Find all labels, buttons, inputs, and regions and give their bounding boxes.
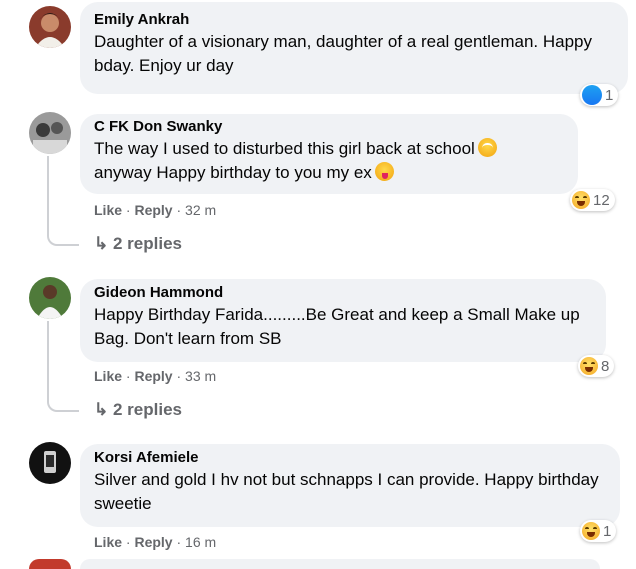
comment-author[interactable]: Emily Ankrah xyxy=(94,10,616,30)
comment-bubble: Gideon Hammond Happy Birthday Farida....… xyxy=(80,279,606,362)
haha-icon xyxy=(580,357,598,375)
avatar[interactable] xyxy=(29,277,71,319)
avatar[interactable] xyxy=(29,442,71,484)
comment-text: Happy Birthday Farida.........Be Great a… xyxy=(94,305,580,348)
comment-text: The way I used to disturbed this girl ba… xyxy=(94,137,566,185)
replies-label: 2 replies xyxy=(112,234,182,253)
comment-author[interactable]: C FK Don Swanky xyxy=(94,117,566,137)
thread-line xyxy=(47,156,79,246)
like-button[interactable]: Like xyxy=(94,368,122,384)
reply-button[interactable]: Reply xyxy=(134,368,172,384)
reply-arrow-icon: ↳ xyxy=(94,400,109,419)
comment-actions: Like · Reply · 33 m xyxy=(94,368,217,384)
thread-line xyxy=(47,321,79,412)
comment-text-line: anyway Happy birthday to you my ex xyxy=(94,163,372,182)
avatar[interactable] xyxy=(29,112,71,154)
comment-actions: Like · Reply · 16 m xyxy=(94,534,217,550)
like-button[interactable]: Like xyxy=(94,534,122,550)
like-icon xyxy=(582,85,602,105)
reaction-badge[interactable]: 1 xyxy=(580,84,619,106)
comment-text: Silver and gold I hv not but schnapps I … xyxy=(94,470,599,513)
reaction-count: 8 xyxy=(601,357,610,375)
comment-text: Daughter of a visionary man, daughter of… xyxy=(94,32,593,75)
like-button[interactable]: Like xyxy=(94,202,122,218)
avatar-photo xyxy=(29,6,71,48)
comment-timestamp[interactable]: 32 m xyxy=(185,202,216,218)
comment-timestamp[interactable]: 16 m xyxy=(185,534,216,550)
reaction-badge[interactable]: 8 xyxy=(578,355,615,377)
avatar-photo xyxy=(29,112,71,154)
next-avatar-edge xyxy=(29,559,71,569)
next-comment-bubble-edge xyxy=(80,559,600,569)
winking-tongue-emoji-icon xyxy=(374,162,394,181)
reaction-count: 1 xyxy=(605,86,614,104)
comment-actions: Like · Reply · 32 m xyxy=(94,202,217,218)
view-replies-button[interactable]: ↳ 2 replies xyxy=(94,399,182,421)
reaction-badge[interactable]: 1 xyxy=(580,520,617,542)
reaction-badge[interactable]: 12 xyxy=(570,189,615,211)
haha-icon xyxy=(572,191,590,209)
comment-timestamp[interactable]: 33 m xyxy=(185,368,216,384)
comment-author[interactable]: Korsi Afemiele xyxy=(94,448,608,468)
comment-bubble: Emily Ankrah Daughter of a visionary man… xyxy=(80,2,628,94)
reply-button[interactable]: Reply xyxy=(134,202,172,218)
reply-button[interactable]: Reply xyxy=(134,534,172,550)
avatar[interactable] xyxy=(29,6,71,48)
haha-icon xyxy=(582,522,600,540)
comment-author[interactable]: Gideon Hammond xyxy=(94,283,594,303)
comment-bubble: C FK Don Swanky The way I used to distur… xyxy=(80,114,578,194)
avatar-photo xyxy=(29,277,71,319)
reply-arrow-icon: ↳ xyxy=(94,234,109,253)
view-replies-button[interactable]: ↳ 2 replies xyxy=(94,233,182,255)
comment-bubble: Korsi Afemiele Silver and gold I hv not … xyxy=(80,444,620,527)
comment-text-line: The way I used to disturbed this girl ba… xyxy=(94,139,475,158)
avatar-photo xyxy=(29,442,71,484)
reaction-count: 12 xyxy=(593,191,610,209)
reaction-count: 1 xyxy=(603,522,612,540)
replies-label: 2 replies xyxy=(112,400,182,419)
eye-roll-emoji-icon xyxy=(477,138,497,157)
